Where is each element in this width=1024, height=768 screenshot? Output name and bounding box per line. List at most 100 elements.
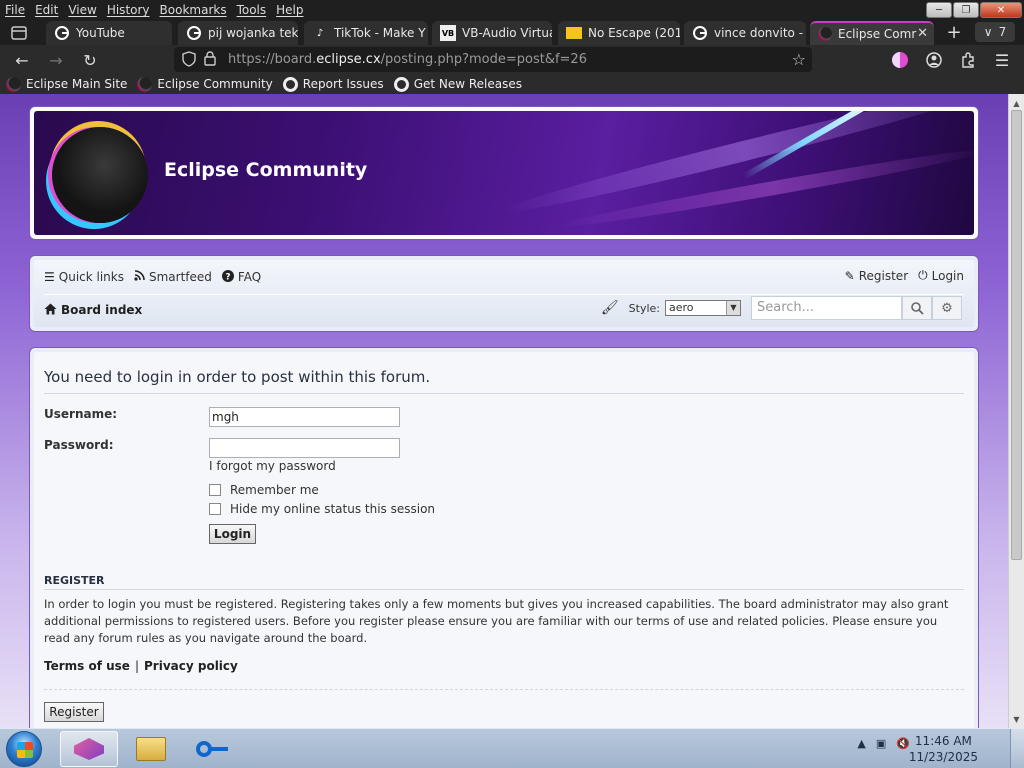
forward-button[interactable]: → <box>44 49 68 71</box>
tab-eclipse-community[interactable]: Eclipse Comr ✕ <box>810 21 934 45</box>
quick-links-menu[interactable]: ☰ Quick links <box>44 270 124 284</box>
divider <box>44 393 964 394</box>
tab-tiktok[interactable]: ♪ TikTok - Make Y <box>304 21 428 45</box>
register-button[interactable]: Register <box>44 702 104 722</box>
account-icon[interactable] <box>922 49 946 71</box>
show-desktop-button[interactable] <box>1010 729 1024 768</box>
tab-title: Eclipse Comr <box>838 27 917 41</box>
password-label: Password: <box>44 438 114 452</box>
hamburger-menu-icon[interactable]: ☰ <box>990 49 1014 71</box>
window-controls: ─ ❐ ✕ <box>926 2 1022 18</box>
policy-links: Terms of use | Privacy policy <box>44 659 238 673</box>
tab-title: YouTube <box>76 26 125 40</box>
menu-help[interactable]: Help <box>271 3 308 17</box>
nav-links-row: ☰ Quick links Smartfeed ? FAQ ✎ Register… <box>44 268 964 295</box>
tab-vince-donvito[interactable]: vince donvito - ( <box>684 21 806 45</box>
taskbar-file-explorer[interactable] <box>122 731 180 767</box>
register-link[interactable]: ✎ Register <box>845 268 908 283</box>
login-panel: You need to login in order to post withi… <box>29 347 979 728</box>
bookmark-eclipse-main-site[interactable]: Eclipse Main Site <box>6 76 127 92</box>
login-button[interactable]: Login <box>209 524 256 544</box>
menu-tools[interactable]: Tools <box>232 3 272 17</box>
bookmark-get-new-releases[interactable]: Get New Releases <box>393 76 522 92</box>
tab-no-escape[interactable]: No Escape (2015 <box>558 21 680 45</box>
tab-title: No Escape (2015 <box>588 26 680 40</box>
power-icon: ⏻ <box>918 268 928 282</box>
search-box: Search... ⚙ <box>751 296 964 320</box>
eclipse-icon <box>818 27 832 41</box>
list-all-tabs-button[interactable]: ∨ 7 <box>975 22 1015 42</box>
privacy-policy-link[interactable]: Privacy policy <box>144 659 238 673</box>
shield-icon[interactable] <box>182 51 196 71</box>
scroll-down-arrow-icon[interactable]: ▼ <box>1009 712 1024 726</box>
menu-history[interactable]: History <box>102 3 155 17</box>
back-button[interactable]: ← <box>10 49 34 71</box>
tab-youtube[interactable]: YouTube <box>46 21 172 45</box>
hide-online-status-checkbox[interactable]: Hide my online status this session <box>209 502 435 516</box>
style-select[interactable]: aero ▼ <box>665 300 741 316</box>
faq-link[interactable]: ? FAQ <box>221 269 261 285</box>
site-header: Eclipse Community <box>29 106 979 240</box>
taskbar-eclipse-browser[interactable] <box>60 731 118 767</box>
site-title[interactable]: Eclipse Community <box>164 159 367 181</box>
bookmark-star-icon[interactable]: ☆ <box>792 50 806 69</box>
gear-icon: ⚙ <box>941 300 953 316</box>
imdb-icon <box>566 27 582 39</box>
extensions-icon[interactable] <box>956 49 980 71</box>
close-window-button[interactable]: ✕ <box>980 2 1022 18</box>
reload-button[interactable]: ↻ <box>78 49 102 71</box>
address-bar[interactable]: https://board.eclipse.cx/posting.php?mod… <box>174 47 812 72</box>
dropdown-arrow-icon: ▼ <box>726 301 740 315</box>
paint-brush-icon: 🖌 <box>600 300 619 316</box>
menu-file[interactable]: File <box>0 3 30 17</box>
bookmark-report-issues[interactable]: Report Issues <box>282 76 384 92</box>
menu-edit[interactable]: Edit <box>30 3 63 17</box>
menu-view[interactable]: View <box>63 3 101 17</box>
login-link[interactable]: ⏻ Login <box>918 268 964 283</box>
forgot-password-link[interactable]: I forgot my password <box>209 459 336 473</box>
bookmark-eclipse-community[interactable]: Eclipse Community <box>137 76 273 92</box>
terms-of-use-link[interactable]: Terms of use <box>44 659 130 673</box>
board-index-link[interactable]: Board index <box>44 303 142 318</box>
smartfeed-link[interactable]: Smartfeed <box>134 270 212 284</box>
tab-vb-audio[interactable]: VB VB-Audio Virtua <box>432 21 552 45</box>
advanced-search-button[interactable]: ⚙ <box>932 296 962 320</box>
eclipse-logo[interactable] <box>52 127 148 223</box>
scrollbar-thumb[interactable] <box>1011 110 1022 560</box>
tab-pij-wojanka[interactable]: pij wojanka teks <box>178 21 298 45</box>
search-button[interactable] <box>902 296 932 320</box>
username-input[interactable]: mgh <box>209 407 400 427</box>
minimize-button[interactable]: ─ <box>926 2 952 18</box>
question-circle-icon: ? <box>221 269 234 285</box>
username-label: Username: <box>44 407 118 421</box>
taskbar-key-app[interactable] <box>184 731 242 767</box>
rss-icon <box>134 270 145 284</box>
vb-icon: VB <box>440 25 456 41</box>
scroll-up-arrow-icon[interactable]: ▲ <box>1009 96 1024 110</box>
system-clock[interactable]: 11:46 AM 11/23/2025 <box>909 733 978 765</box>
checkbox[interactable] <box>209 503 221 515</box>
tab-title: TikTok - Make Y <box>334 26 426 40</box>
start-button[interactable] <box>6 731 42 767</box>
tab-count: 7 <box>998 25 1007 39</box>
tray-expand-arrow-icon[interactable]: ▲ <box>857 737 865 750</box>
search-input[interactable]: Search... <box>751 296 902 320</box>
home-icon <box>44 303 57 318</box>
new-tab-button[interactable]: + <box>941 22 967 43</box>
page-scrollbar[interactable]: ▲ ▼ <box>1008 94 1024 728</box>
firefox-view-icon[interactable] <box>6 23 32 43</box>
lock-icon[interactable] <box>204 51 216 70</box>
tiktok-icon: ♪ <box>316 27 324 39</box>
maximize-button[interactable]: ❐ <box>953 2 979 18</box>
eclipse-extension-icon[interactable] <box>888 49 912 71</box>
network-icon[interactable]: ▣ <box>876 737 886 750</box>
checkbox[interactable] <box>209 484 221 496</box>
eclipse-browser-icon <box>74 738 104 760</box>
close-tab-icon[interactable]: ✕ <box>917 26 928 41</box>
password-input[interactable] <box>209 438 400 458</box>
folder-icon <box>136 737 166 761</box>
menu-bookmarks[interactable]: Bookmarks <box>155 3 232 17</box>
remember-me-checkbox[interactable]: Remember me <box>209 483 319 497</box>
search-icon <box>910 301 924 315</box>
github-icon <box>393 76 409 92</box>
